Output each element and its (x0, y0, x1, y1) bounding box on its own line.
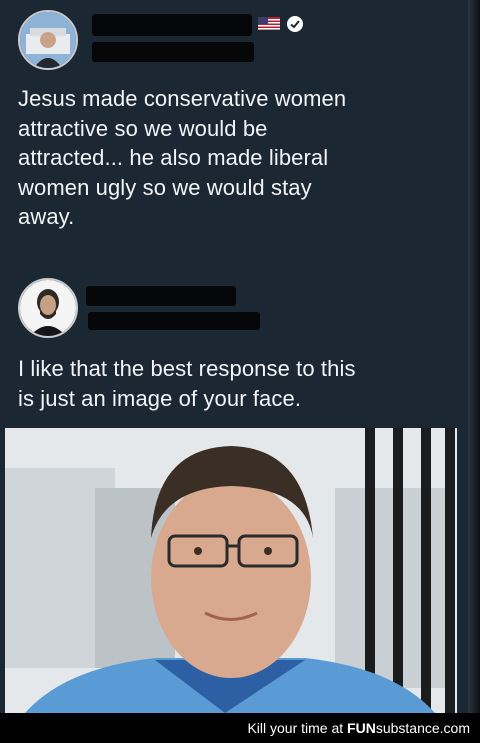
tweet-1: Jesus made conservative women attractive… (0, 0, 468, 270)
footer-bar: Kill your time at FUNsubstance.com (0, 713, 480, 743)
avatar-image (20, 280, 76, 336)
redacted-display-name (86, 286, 236, 306)
tweet-1-line: attracted... he also made liberal (18, 145, 329, 170)
tweet-1-line: women ugly so we would stay (18, 174, 312, 200)
tweet-2-text: I like that the best response to this is… (18, 354, 458, 413)
tweet-2-line: I like that the best response to this (18, 356, 356, 381)
avatar[interactable] (18, 278, 78, 338)
tweet-1-line: Jesus made conservative women (18, 86, 347, 111)
redacted-handle (92, 42, 254, 62)
watermark-brand-prefix: FUN (347, 720, 376, 736)
redacted-display-name (92, 14, 252, 36)
flag-icon (258, 17, 280, 30)
tweet-1-text: Jesus made conservative women attractive… (18, 84, 458, 232)
attached-photo[interactable] (5, 428, 457, 713)
avatar[interactable] (18, 10, 78, 70)
tweet-2-line: is just an image of your face. (18, 385, 302, 411)
selfie-image (5, 428, 457, 713)
avatar-image (20, 12, 76, 68)
watermark: Kill your time at FUNsubstance.com (247, 720, 470, 736)
photo-edge (468, 0, 480, 713)
verified-badge-icon (287, 16, 303, 32)
redacted-handle (88, 312, 260, 330)
watermark-brand-suffix: substance (375, 720, 440, 736)
watermark-tagline: Kill your time at (247, 720, 344, 736)
tweet-1-line: away. (18, 204, 75, 229)
tweet-1-line: attractive so we would be (18, 115, 268, 141)
watermark-brand-tld: .com (439, 720, 470, 736)
